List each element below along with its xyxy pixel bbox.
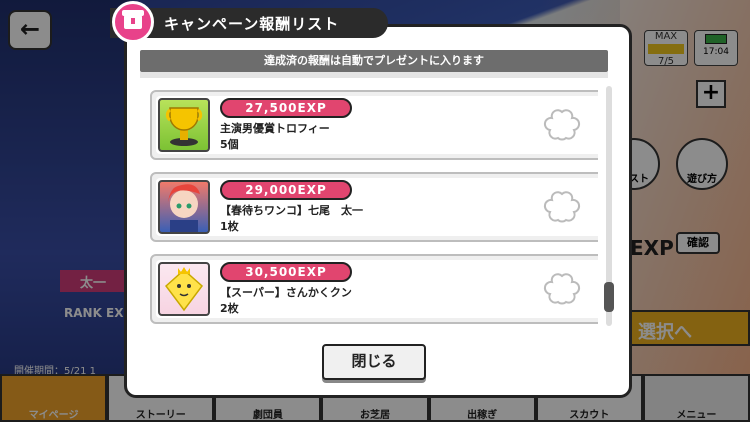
reward-list[interactable]: 27,500EXP 主演男優賞トロフィー 5個 29,000EXP 【春待ちワン… <box>140 82 598 336</box>
achievement-flower-icon <box>543 109 581 141</box>
reward-item-body: 27,500EXP 主演男優賞トロフィー 5個 <box>156 96 598 154</box>
reward-quantity: 2枚 <box>220 302 239 315</box>
notice-divider <box>140 72 608 78</box>
achievement-flower-icon <box>543 273 581 305</box>
sankaku-kun-icon <box>158 262 210 316</box>
reward-name: 主演男優賞トロフィー <box>220 122 330 135</box>
scrollbar-thumb[interactable] <box>604 282 614 312</box>
reward-item-body: 30,500EXP 【スーパー】さんかくクン 2枚 <box>156 260 598 318</box>
reward-name: 【スーパー】さんかくクン <box>220 286 352 299</box>
reward-quantity: 5個 <box>220 138 239 151</box>
auto-present-notice: 達成済の報酬は自動でプレゼントに入ります <box>140 50 608 72</box>
present-box-icon <box>112 1 154 43</box>
character-card-icon <box>158 180 210 234</box>
exp-requirement: 30,500EXP <box>220 262 352 282</box>
reward-quantity: 1枚 <box>220 220 239 233</box>
reward-item: 27,500EXP 主演男優賞トロフィー 5個 <box>150 90 598 160</box>
reward-item: 30,500EXP 【スーパー】さんかくクン 2枚 <box>150 254 598 324</box>
reward-name: 【春待ちワンコ】七尾 太一 <box>220 204 363 217</box>
exp-requirement: 27,500EXP <box>220 98 352 118</box>
reward-item-body: 29,000EXP 【春待ちワンコ】七尾 太一 1枚 <box>156 178 598 236</box>
close-button[interactable]: 閉じる <box>322 344 426 380</box>
reward-item: 29,000EXP 【春待ちワンコ】七尾 太一 1枚 <box>150 172 598 242</box>
exp-requirement: 29,000EXP <box>220 180 352 200</box>
achievement-flower-icon <box>543 191 581 223</box>
trophy-icon <box>158 98 210 152</box>
